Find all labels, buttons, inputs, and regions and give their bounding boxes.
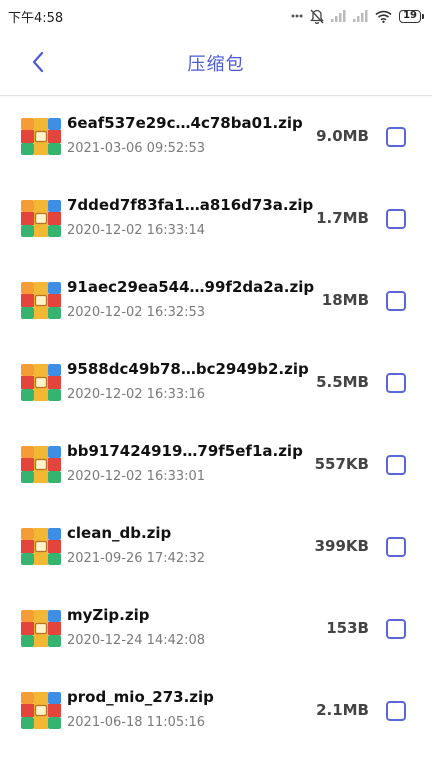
file-size: 1.7MB	[316, 209, 369, 227]
dots-icon	[291, 14, 303, 18]
status-icons: 19	[291, 7, 424, 25]
file-size: 9.0MB	[316, 127, 369, 145]
file-size: 557KB	[314, 455, 369, 473]
file-list-item[interactable]: prod_mio_273.zip 2021-06-18 11:05:16 2.1…	[0, 670, 432, 752]
file-name: 9588dc49b78…bc2949b2.zip	[67, 360, 309, 378]
file-list-item[interactable]: 91aec29ea544…99f2da2a.zip 2020-12-02 16:…	[0, 260, 432, 342]
select-checkbox[interactable]	[386, 209, 406, 229]
select-checkbox[interactable]	[386, 455, 406, 475]
zip-file-icon	[21, 692, 61, 729]
file-date: 2021-09-26 17:42:32	[67, 551, 206, 566]
zip-file-icon	[21, 446, 61, 483]
file-date: 2020-12-02 16:33:14	[67, 223, 206, 238]
select-checkbox[interactable]	[386, 701, 406, 721]
file-name: 91aec29ea544…99f2da2a.zip	[67, 278, 315, 296]
file-name: prod_mio_273.zip	[67, 688, 214, 706]
signal-icon	[331, 10, 346, 22]
file-size: 18MB	[321, 291, 369, 309]
file-date: 2020-12-02 16:32:53	[67, 305, 206, 320]
file-name: 6eaf537e29c…4c78ba01.zip	[67, 114, 303, 132]
signal-icon	[353, 10, 368, 22]
file-date: 2020-12-02 16:33:16	[67, 387, 206, 402]
file-name: clean_db.zip	[67, 524, 172, 542]
select-checkbox[interactable]	[386, 373, 406, 393]
file-list: 6eaf537e29c…4c78ba01.zip 2021-03-06 09:5…	[0, 96, 432, 752]
file-date: 2021-03-06 09:52:53	[67, 141, 206, 156]
select-checkbox[interactable]	[386, 619, 406, 639]
zip-file-icon	[21, 118, 61, 155]
file-size: 153B	[326, 619, 369, 637]
status-time: 下午4:58	[8, 11, 64, 26]
file-list-item[interactable]: 9588dc49b78…bc2949b2.zip 2020-12-02 16:3…	[0, 342, 432, 424]
status-bar: 下午4:58 19	[0, 0, 432, 32]
select-checkbox[interactable]	[386, 127, 406, 147]
zip-file-icon	[21, 528, 61, 565]
file-list-item[interactable]: 7dded7f83fa1…a816d73a.zip 2020-12-02 16:…	[0, 178, 432, 260]
file-name: bb917424919…79f5ef1a.zip	[67, 442, 303, 460]
zip-file-icon	[21, 364, 61, 401]
file-list-item[interactable]: bb917424919…79f5ef1a.zip 2020-12-02 16:3…	[0, 424, 432, 506]
file-size: 5.5MB	[316, 373, 369, 391]
battery-level: 19	[399, 9, 421, 23]
file-date: 2020-12-24 14:42:08	[67, 633, 206, 648]
select-checkbox[interactable]	[386, 537, 406, 557]
page-title: 压缩包	[187, 54, 245, 75]
file-list-item[interactable]: 6eaf537e29c…4c78ba01.zip 2021-03-06 09:5…	[0, 96, 432, 178]
select-checkbox[interactable]	[386, 291, 406, 311]
file-date: 2021-06-18 11:05:16	[67, 715, 206, 730]
file-date: 2020-12-02 16:33:01	[67, 469, 206, 484]
app-header: 压缩包	[0, 32, 432, 96]
file-size: 399KB	[314, 537, 369, 555]
zip-file-icon	[21, 282, 61, 319]
zip-file-icon	[21, 200, 61, 237]
file-list-item[interactable]: clean_db.zip 2021-09-26 17:42:32 399KB	[0, 506, 432, 588]
alarm-off-icon	[310, 9, 324, 24]
zip-file-icon	[21, 610, 61, 647]
file-size: 2.1MB	[316, 701, 369, 719]
file-list-item[interactable]: myZip.zip 2020-12-24 14:42:08 153B	[0, 588, 432, 670]
file-name: myZip.zip	[67, 606, 150, 624]
wifi-icon	[375, 10, 392, 23]
battery-icon: 19	[399, 9, 424, 23]
battery-tip	[422, 13, 424, 19]
file-name: 7dded7f83fa1…a816d73a.zip	[67, 196, 314, 214]
